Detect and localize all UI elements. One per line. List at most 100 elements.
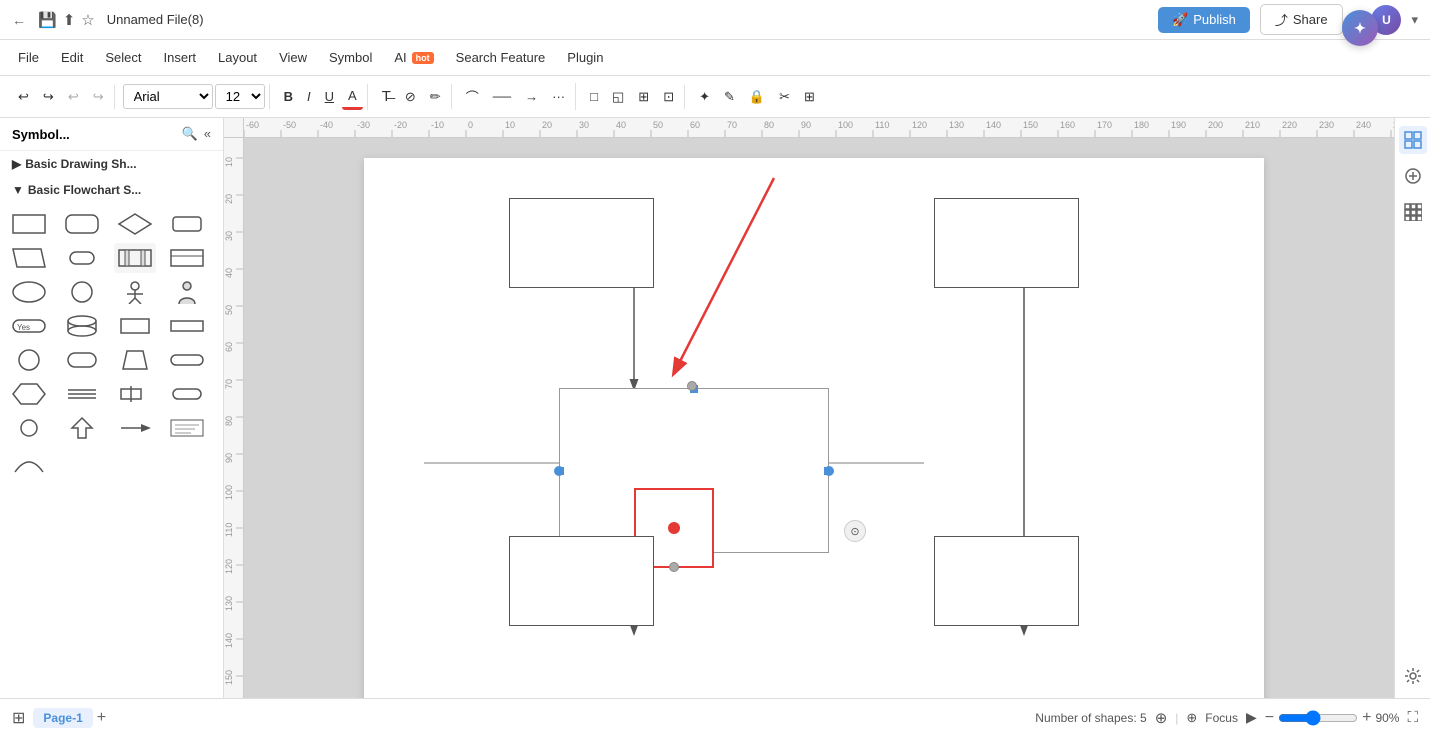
font-size-select[interactable]: 12 [215,84,265,109]
shape-yes-no[interactable]: Yes [8,311,50,341]
font-family-select[interactable]: Arial [123,84,213,109]
redo-button[interactable]: ↪ [37,85,60,109]
sidebar-search-icon[interactable]: 🔍 [182,126,198,142]
shape-ellipse[interactable] [8,277,50,307]
shape-striped[interactable] [166,243,208,273]
shape-lines[interactable] [61,379,103,409]
right-panel-properties-icon[interactable] [1399,162,1427,190]
right-panel-style-icon[interactable] [1399,126,1427,154]
shape-hexagon[interactable] [8,379,50,409]
shape-text-box[interactable] [166,413,208,443]
shape-arc[interactable] [8,447,50,477]
shape-outline-button[interactable]: ◱ [606,85,630,109]
category-basic-drawing[interactable]: ▶ Basic Drawing Sh... [0,151,223,177]
svg-text:30: 30 [579,120,589,130]
menu-insert[interactable]: Insert [154,46,207,69]
shape-parallelogram[interactable] [8,243,50,273]
add-page-button[interactable]: + [97,709,106,727]
menu-select[interactable]: Select [95,46,151,69]
shape-arrow-down[interactable] [61,413,103,443]
canvas-area[interactable]: ⊙ [244,138,1394,698]
right-panel-settings-icon[interactable] [1399,662,1427,690]
shape-rounded-rect[interactable] [61,209,103,239]
menu-view[interactable]: View [269,46,317,69]
page-layout-icon[interactable]: ⊞ [12,708,25,728]
shape-circle[interactable] [61,277,103,307]
page-tab-1[interactable]: Page-1 [33,708,92,728]
shape-person2[interactable] [166,277,208,307]
play-icon[interactable]: ▶ [1246,709,1257,726]
undo-alt-button[interactable]: ↩ [62,85,85,109]
shape-crop-button[interactable]: ⊞ [632,85,655,109]
table-button[interactable]: ⊞ [798,85,821,109]
category-basic-flowchart[interactable]: ▼ Basic Flowchart S... [0,177,223,203]
sparkle-button[interactable]: ✦ [693,85,716,109]
shape-top-right[interactable] [934,198,1079,288]
line-style-button[interactable]: ── [487,85,517,108]
menu-symbol[interactable]: Symbol [319,46,382,69]
edit2-button[interactable]: ✎ [718,85,741,109]
shape-rect-simple[interactable] [114,311,156,341]
shape-rectangle[interactable] [8,209,50,239]
lock-button[interactable]: 🔒 [743,85,771,109]
export-icon[interactable]: ⬆ [63,11,76,29]
shape-stadium[interactable] [61,243,103,273]
connector-button[interactable]: ⌒ [460,83,485,110]
shape-circle2[interactable] [8,345,50,375]
shape-resize-button[interactable]: ⊡ [657,85,680,109]
shape-person[interactable] [114,277,156,307]
context-menu-icon[interactable]: ⊙ [844,520,866,542]
shape-top-left[interactable] [509,198,654,288]
redo-alt-button[interactable]: ↪ [87,85,110,109]
clear-format-button[interactable]: ⊘ [399,85,422,109]
zoom-in-button[interactable]: + [1362,709,1371,727]
shape-trapezoid[interactable] [114,345,156,375]
sidebar-collapse-icon[interactable]: « [204,126,211,142]
scissors-button[interactable]: ✂ [773,85,796,109]
menu-plugin[interactable]: Plugin [557,46,613,69]
menu-ai[interactable]: AI hot [384,46,443,69]
ai-assistant-circle[interactable]: ✦ [1342,10,1378,46]
menu-file[interactable]: File [8,46,49,69]
shape-bottom-right[interactable] [934,536,1079,626]
bold-button[interactable]: B [278,85,299,108]
right-panel-grid-icon[interactable] [1399,198,1427,226]
shape-rounded-rect2[interactable] [166,209,208,239]
shape-wide-rect[interactable] [166,311,208,341]
shape-process[interactable] [114,243,156,273]
font-color-button[interactable]: A [342,84,363,110]
shape-drum[interactable] [61,311,103,341]
canvas-page[interactable]: ⊙ [364,158,1264,698]
menu-search-feature[interactable]: Search Feature [446,46,556,69]
shape-bottom-left[interactable] [509,536,654,626]
shape-small-circle[interactable] [8,413,50,443]
back-icon[interactable]: ← [12,12,26,28]
shape-diamond[interactable] [114,209,156,239]
arrow-style-button[interactable]: → [519,85,544,108]
shape-rounded2[interactable] [61,345,103,375]
shape-arrow-line[interactable] [114,413,156,443]
italic-button[interactable]: I [301,85,317,108]
menu-edit[interactable]: Edit [51,46,93,69]
account-chevron[interactable]: ▾ [1411,12,1418,28]
strikethrough-button[interactable]: T̶ [376,84,397,109]
zoom-slider[interactable] [1278,710,1358,726]
publish-button[interactable]: 🚀 Publish [1158,7,1250,33]
save-icon[interactable]: 💾 [38,11,57,29]
layers-icon[interactable]: ⊕ [1155,709,1168,727]
shape-wide-rounded[interactable] [166,345,208,375]
shape-oval[interactable] [166,379,208,409]
zoom-out-button[interactable]: − [1265,709,1274,727]
line-dots-button[interactable]: ··· [546,85,571,108]
star-icon[interactable]: ☆ [81,11,94,29]
focus-label[interactable]: Focus [1205,711,1238,725]
select-icon[interactable]: ⊕ [1186,710,1197,726]
menu-layout[interactable]: Layout [208,46,267,69]
share-button[interactable]: ⤴ Share [1260,4,1343,35]
fullscreen-icon[interactable]: ⛶ [1407,709,1418,726]
undo-button[interactable]: ↩ [12,85,35,109]
shape-rect-arrow[interactable] [114,379,156,409]
shape-fill-button[interactable]: □ [584,85,604,108]
underline-button[interactable]: U [319,85,340,108]
highlight-button[interactable]: ✏ [424,85,447,109]
